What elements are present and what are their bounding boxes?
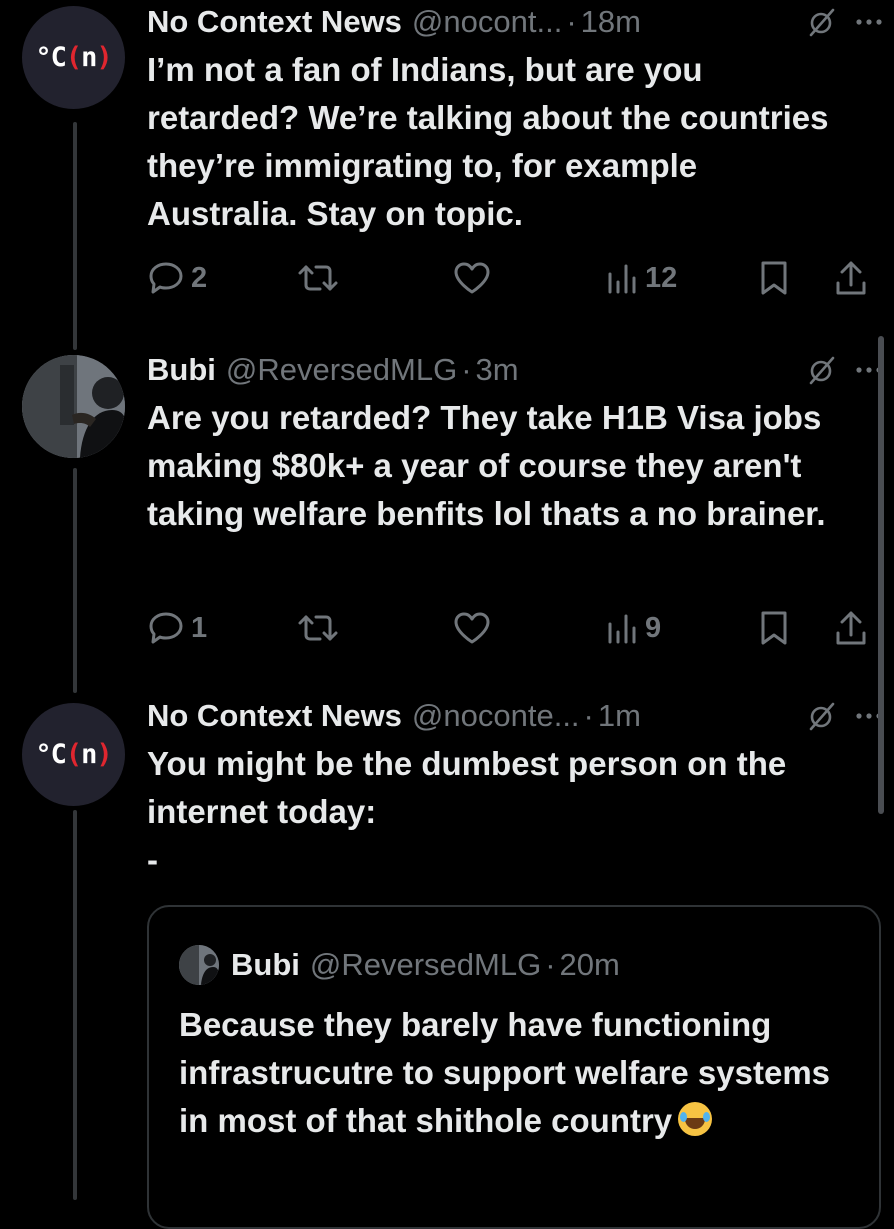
quoted-tweet-header: Bubi @ReversedMLG · 20m [179,943,620,987]
author-handle[interactable]: @noconte... [412,698,580,734]
quoted-tweet-text: Because they barely have functioning inf… [179,1006,831,1139]
views-icon [608,614,636,644]
more-icon[interactable] [844,694,894,738]
tweet-header: No Context News @noconte... · 1m [147,694,894,738]
more-icon[interactable] [844,348,894,392]
quoted-author-name: Bubi [231,947,300,982]
avatar [179,945,219,985]
timestamp[interactable]: 3m [476,352,519,388]
grok-icon[interactable] [800,694,844,738]
bookmark-button[interactable] [757,608,791,648]
grok-icon[interactable] [800,0,844,44]
tweet-actions: 1 9 [147,608,894,648]
separator-dot: · [545,947,556,982]
views-count: 12 [645,261,678,294]
repost-button[interactable] [297,258,345,298]
reply-icon [149,262,183,294]
quoted-tweet[interactable]: Bubi @ReversedMLG · 20m Because they bar… [147,905,881,1229]
avatar[interactable]: °C(n) [22,703,125,806]
tweet-header: Bubi @ReversedMLG · 3m [147,348,894,392]
thread-line-top [73,122,77,350]
like-button[interactable] [452,258,498,298]
like-icon [454,612,490,644]
tweet[interactable]: No Context News @noconte... · 1m You mig… [147,694,894,884]
repost-icon [298,265,338,291]
tweet-text: You might be the dumbest person on the i… [147,745,787,830]
reply-icon [149,612,183,644]
tweet-text: Are you retarded? They take H1B Visa job… [147,399,826,532]
author-name[interactable]: No Context News [147,698,402,734]
tweet-text-continued: - [147,841,158,878]
like-icon [454,262,490,294]
thread-line-bottom [73,810,77,1200]
scrollbar[interactable] [878,336,884,814]
author-name[interactable]: Bubi [147,352,216,388]
no-context-news-logo: °C(n) [35,42,112,73]
views-button[interactable]: 9 [605,608,661,648]
timestamp[interactable]: 1m [598,698,641,734]
bookmark-icon [761,611,787,645]
like-button[interactable] [452,608,498,648]
repost-icon [298,615,338,641]
tweet[interactable]: Bubi @ReversedMLG · 3m Are you retarded?… [147,348,894,645]
reply-count: 2 [191,261,208,294]
bookmark-icon [761,261,787,295]
views-count: 9 [645,611,662,644]
share-icon [836,261,866,295]
thread-line-middle [73,468,77,693]
share-icon [836,611,866,645]
quoted-author-handle: @ReversedMLG [309,947,542,982]
quoted-timestamp: 20m [559,947,620,982]
no-context-news-logo: °C(n) [35,739,112,770]
share-button[interactable] [834,608,868,648]
separator-dot: · [583,698,594,733]
tweet[interactable]: No Context News @nocont... · 18m I’m not… [147,0,894,295]
views-icon [608,264,636,294]
author-handle[interactable]: @ReversedMLG [226,352,457,388]
timestamp[interactable]: 18m [581,4,641,40]
reply-button[interactable]: 1 [147,608,207,648]
separator-dot: · [566,4,577,39]
tweet-text: I’m not a fan of Indians, but are you re… [147,51,829,232]
reply-count: 1 [191,611,208,644]
more-icon[interactable] [844,0,894,44]
tweet-actions: 2 12 [147,258,894,298]
repost-button[interactable] [297,608,345,648]
share-button[interactable] [834,258,868,298]
author-handle[interactable]: @nocont... [412,4,562,40]
avatar[interactable]: °C(n) [22,6,125,109]
views-button[interactable]: 12 [605,258,677,298]
separator-dot: · [461,352,472,387]
author-name[interactable]: No Context News [147,4,402,40]
grok-icon[interactable] [800,348,844,392]
tweet-header: No Context News @nocont... · 18m [147,0,894,44]
avatar[interactable] [22,355,125,458]
bookmark-button[interactable] [757,258,791,298]
reply-button[interactable]: 2 [147,258,207,298]
user-photo-icon [22,355,125,458]
face-with-tears-of-joy-icon [678,1102,713,1136]
